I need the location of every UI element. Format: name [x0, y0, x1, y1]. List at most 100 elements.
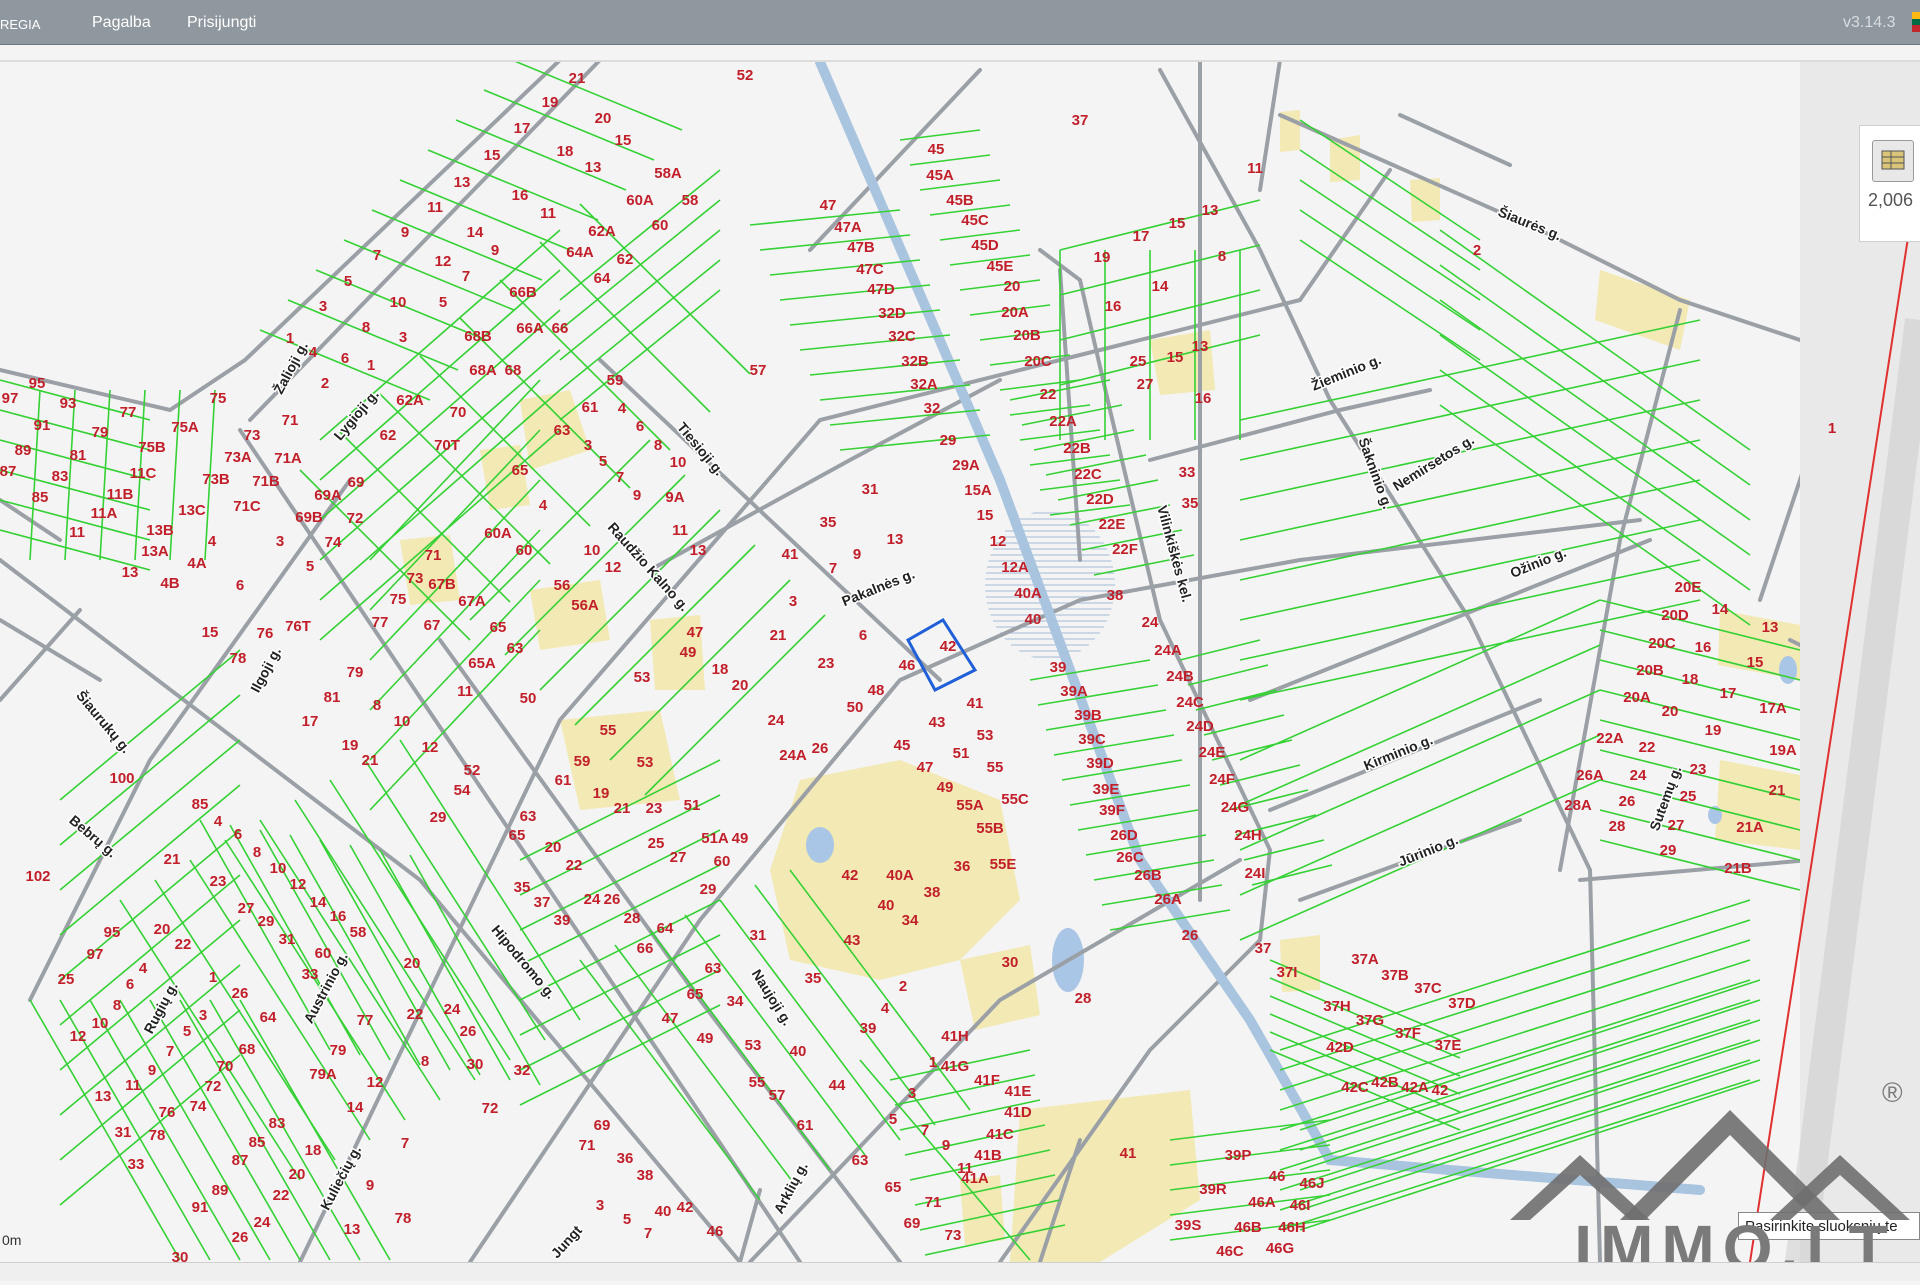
- parcel-number-label[interactable]: 26: [232, 985, 249, 1002]
- parcel-number-label[interactable]: 75B: [138, 439, 166, 456]
- parcel-number-label[interactable]: 20E: [1675, 579, 1702, 596]
- parcel-number-label[interactable]: 2: [899, 978, 907, 995]
- parcel-number-label[interactable]: 100: [109, 770, 134, 787]
- parcel-number-label[interactable]: 71C: [233, 498, 261, 515]
- parcel-number-label[interactable]: 15: [615, 132, 632, 149]
- parcel-number-label[interactable]: 17: [514, 120, 531, 137]
- parcel-number-label[interactable]: 45C: [961, 212, 989, 229]
- parcel-number-label[interactable]: 60: [714, 853, 731, 870]
- parcel-number-label[interactable]: 27: [1668, 817, 1685, 834]
- parcel-number-label[interactable]: 57: [769, 1087, 786, 1104]
- parcel-number-label[interactable]: 71: [425, 547, 442, 564]
- parcel-number-label[interactable]: 35: [805, 970, 822, 987]
- parcel-number-label[interactable]: 21A: [1736, 819, 1764, 836]
- parcel-number-label[interactable]: 68: [239, 1041, 256, 1058]
- parcel-number-label[interactable]: 7: [921, 1122, 929, 1139]
- parcel-number-label[interactable]: 9: [491, 242, 499, 259]
- parcel-number-label[interactable]: 41E: [1005, 1083, 1032, 1100]
- parcel-number-label[interactable]: 63: [507, 640, 524, 657]
- parcel-number-label[interactable]: 8: [1218, 248, 1226, 265]
- parcel-number-label[interactable]: 14: [310, 894, 327, 911]
- parcel-number-label[interactable]: 73A: [224, 449, 252, 466]
- parcel-number-label[interactable]: 102: [25, 868, 50, 885]
- parcel-number-label[interactable]: 4A: [187, 555, 206, 572]
- parcel-number-label[interactable]: 56A: [571, 597, 599, 614]
- parcel-number-label[interactable]: 25: [1680, 788, 1697, 805]
- parcel-number-label[interactable]: 24G: [1221, 799, 1249, 816]
- parcel-number-label[interactable]: 5: [183, 1023, 191, 1040]
- parcel-number-label[interactable]: 37I: [1277, 964, 1298, 981]
- parcel-number-label[interactable]: 62A: [588, 223, 616, 240]
- parcel-number-label[interactable]: 29: [1660, 842, 1677, 859]
- parcel-number-label[interactable]: 61: [582, 399, 599, 416]
- parcel-number-label[interactable]: 46I: [1290, 1197, 1311, 1214]
- parcel-number-label[interactable]: 34: [727, 993, 744, 1010]
- parcel-number-label[interactable]: 21: [362, 752, 379, 769]
- parcel-number-label[interactable]: 20: [154, 921, 171, 938]
- parcel-number-label[interactable]: 26D: [1110, 827, 1138, 844]
- parcel-number-label[interactable]: 13B: [146, 522, 174, 539]
- parcel-number-label[interactable]: 30: [1002, 954, 1019, 971]
- parcel-number-label[interactable]: 43: [929, 714, 946, 731]
- parcel-number-label[interactable]: 78: [149, 1127, 166, 1144]
- parcel-number-label[interactable]: 58: [350, 924, 367, 941]
- parcel-number-label[interactable]: 37A: [1351, 951, 1379, 968]
- parcel-number-label[interactable]: 1: [1828, 420, 1836, 437]
- parcel-number-label[interactable]: 39C: [1078, 731, 1106, 748]
- parcel-number-label[interactable]: 60: [315, 945, 332, 962]
- parcel-number-label[interactable]: 36: [954, 858, 971, 875]
- parcel-number-label[interactable]: 62A: [396, 392, 424, 409]
- parcel-number-label[interactable]: 23: [818, 655, 835, 672]
- parcel-number-label[interactable]: 65: [509, 827, 526, 844]
- parcel-number-label[interactable]: 22: [1639, 739, 1656, 756]
- parcel-number-label[interactable]: 45B: [946, 192, 974, 209]
- parcel-number-label[interactable]: 18: [305, 1142, 322, 1159]
- parcel-number-label[interactable]: 22: [175, 936, 192, 953]
- parcel-number-label[interactable]: 37H: [1323, 998, 1351, 1015]
- parcel-number-label[interactable]: 58: [682, 192, 699, 209]
- parcel-number-label[interactable]: 46: [707, 1223, 724, 1240]
- parcel-number-label[interactable]: 7: [462, 268, 470, 285]
- parcel-number-label[interactable]: 47: [917, 759, 934, 776]
- parcel-number-label[interactable]: 29: [430, 809, 447, 826]
- parcel-number-label[interactable]: 36: [617, 1150, 634, 1167]
- parcel-number-label[interactable]: 24B: [1166, 668, 1194, 685]
- parcel-number-label[interactable]: 31: [750, 927, 767, 944]
- parcel-number-label[interactable]: 19: [542, 94, 559, 111]
- parcel-number-label[interactable]: 57: [750, 362, 767, 379]
- parcel-number-label[interactable]: 33: [128, 1156, 145, 1173]
- parcel-number-label[interactable]: 8: [421, 1053, 429, 1070]
- parcel-number-label[interactable]: 89: [15, 442, 32, 459]
- parcel-number-label[interactable]: 46: [899, 657, 916, 674]
- parcel-number-label[interactable]: 64: [260, 1009, 277, 1026]
- parcel-number-label[interactable]: 37: [1072, 112, 1089, 129]
- parcel-number-label[interactable]: 93: [60, 395, 77, 412]
- parcel-number-label[interactable]: 13: [1202, 202, 1219, 219]
- parcel-number-label[interactable]: 4: [539, 497, 548, 514]
- parcel-number-label[interactable]: 31: [115, 1124, 132, 1141]
- parcel-number-label[interactable]: 28: [624, 910, 641, 927]
- parcel-number-label[interactable]: 47: [662, 1010, 679, 1027]
- parcel-number-label[interactable]: 13: [122, 564, 139, 581]
- parcel-number-label[interactable]: 81: [70, 447, 87, 464]
- parcel-number-label[interactable]: 18: [1682, 671, 1699, 688]
- parcel-number-label[interactable]: 63: [705, 960, 722, 977]
- parcel-number-label[interactable]: 7: [401, 1135, 409, 1152]
- parcel-number-label[interactable]: 44: [829, 1077, 846, 1094]
- parcel-number-label[interactable]: 33: [1179, 464, 1196, 481]
- parcel-number-label[interactable]: 12: [422, 739, 439, 756]
- parcel-number-label[interactable]: 42: [842, 867, 859, 884]
- parcel-number-label[interactable]: 64: [657, 920, 674, 937]
- parcel-number-label[interactable]: 45: [928, 141, 945, 158]
- parcel-number-label[interactable]: 20: [289, 1166, 306, 1183]
- parcel-number-label[interactable]: 7: [829, 560, 837, 577]
- parcel-number-label[interactable]: 20: [1004, 278, 1021, 295]
- parcel-number-label[interactable]: 69A: [314, 487, 342, 504]
- parcel-number-label[interactable]: 14: [347, 1099, 364, 1116]
- parcel-number-label[interactable]: 19: [1094, 249, 1111, 266]
- parcel-number-label[interactable]: 16: [1105, 298, 1122, 315]
- parcel-number-label[interactable]: 47D: [867, 281, 895, 298]
- parcel-number-label[interactable]: 11: [69, 524, 85, 541]
- parcel-number-label[interactable]: 12: [990, 533, 1007, 550]
- parcel-number-label[interactable]: 23: [210, 873, 227, 890]
